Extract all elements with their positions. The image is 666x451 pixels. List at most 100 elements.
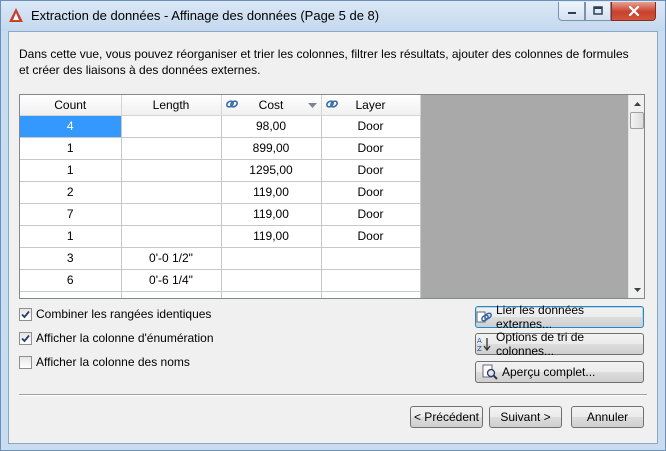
- full-preview-button[interactable]: Aperçu complet...: [475, 361, 644, 383]
- data-grid[interactable]: Count Length Cost Layer 4 98,00 Door 1 8…: [19, 94, 645, 299]
- cell-cost[interactable]: 119,00: [221, 181, 322, 204]
- back-label: < Précédent: [413, 410, 480, 424]
- dialog-body: Dans cette vue, vous pouvez réorganiser …: [8, 31, 658, 444]
- column-header-layer[interactable]: Layer: [321, 95, 421, 116]
- cell-cost[interactable]: 1295,00: [221, 159, 322, 182]
- cell-length[interactable]: [121, 115, 222, 138]
- cell-cost[interactable]: [221, 269, 322, 292]
- cell-layer[interactable]: [321, 269, 421, 292]
- footer-divider: [19, 394, 647, 396]
- table-row[interactable]: 3 0'-0 1/2": [20, 247, 421, 270]
- page-description: Dans cette vue, vous pouvez réorganiser …: [19, 47, 629, 77]
- title-bar[interactable]: Extraction de données - Affinage des don…: [1, 1, 665, 31]
- table-row[interactable]: 6 0'-6 1/4": [20, 269, 421, 292]
- column-label: Cost: [258, 97, 284, 112]
- show-names-label: Afficher la colonne des noms: [36, 355, 190, 369]
- cell-length[interactable]: [121, 159, 222, 182]
- cell-count[interactable]: 6: [20, 269, 122, 292]
- table-row[interactable]: [20, 291, 421, 298]
- show-enumeration-label: Afficher la colonne d'énumération: [36, 331, 214, 345]
- cell-layer[interactable]: [321, 247, 421, 270]
- scroll-up-button[interactable]: [629, 95, 644, 112]
- table-row[interactable]: 1 899,00 Door: [20, 137, 421, 160]
- cell-length[interactable]: [121, 203, 222, 226]
- cell-count[interactable]: 1: [20, 225, 122, 248]
- cell-layer[interactable]: Door: [321, 159, 421, 182]
- chevron-up-icon: [634, 101, 641, 106]
- combine-rows-checkbox[interactable]: [19, 307, 32, 321]
- close-button[interactable]: [611, 2, 656, 21]
- column-sort-options-button[interactable]: A Z Options de tri de colonnes...: [475, 330, 644, 358]
- cell-cost[interactable]: 119,00: [221, 225, 322, 248]
- sort-az-icon: A Z: [476, 336, 492, 352]
- cell-layer[interactable]: Door: [321, 203, 421, 226]
- cancel-label: Annuler: [586, 410, 629, 424]
- cell-count[interactable]: 1: [20, 137, 122, 160]
- cell-cost[interactable]: [221, 291, 322, 298]
- cell-cost[interactable]: 119,00: [221, 203, 322, 226]
- show-enumeration-checkbox[interactable]: [19, 331, 32, 345]
- next-button[interactable]: Suivant >: [489, 406, 562, 428]
- link-external-data-label: Lier les données externes...: [496, 303, 585, 331]
- cell-length[interactable]: 0'-6 1/4": [121, 269, 222, 292]
- dialog-window: Extraction de données - Affinage des don…: [0, 0, 666, 451]
- table-row[interactable]: 2 119,00 Door: [20, 181, 421, 204]
- show-names-option[interactable]: Afficher la colonne des noms: [19, 354, 190, 370]
- table-row[interactable]: 7 119,00 Door: [20, 203, 421, 226]
- svg-text:A: A: [477, 337, 482, 345]
- chevron-down-icon: [634, 287, 641, 292]
- cell-count[interactable]: 4: [20, 115, 122, 138]
- back-button[interactable]: < Précédent: [410, 406, 483, 428]
- cell-cost[interactable]: [221, 247, 322, 270]
- cell-length[interactable]: [121, 225, 222, 248]
- close-icon: [628, 5, 639, 17]
- link-icon: [225, 100, 238, 108]
- minimize-button[interactable]: [558, 2, 585, 21]
- column-header-count[interactable]: Count: [20, 95, 122, 116]
- column-label: Layer: [355, 97, 386, 112]
- cell-cost[interactable]: 98,00: [221, 115, 322, 138]
- cell-count[interactable]: 7: [20, 203, 122, 226]
- svg-text:Z: Z: [477, 345, 482, 352]
- checkmark-icon: [21, 310, 30, 318]
- column-header-cost[interactable]: Cost: [221, 95, 322, 116]
- table-row[interactable]: 4 98,00 Door: [20, 115, 421, 138]
- cell-count[interactable]: 1: [20, 159, 122, 182]
- column-label: Count: [54, 97, 87, 112]
- cell-length[interactable]: [121, 291, 222, 298]
- maximize-button[interactable]: [585, 2, 611, 21]
- scroll-thumb[interactable]: [630, 112, 644, 129]
- show-enumeration-option[interactable]: Afficher la colonne d'énumération: [19, 330, 214, 346]
- table-row[interactable]: 1 119,00 Door: [20, 225, 421, 248]
- cell-length[interactable]: 0'-0 1/2": [121, 247, 222, 270]
- show-names-checkbox[interactable]: [19, 355, 32, 369]
- link-external-data-button[interactable]: Lier les données externes...: [475, 303, 644, 331]
- cell-layer[interactable]: Door: [321, 137, 421, 160]
- preview-magnifier-icon: [482, 364, 498, 380]
- data-table: Count Length Cost Layer 4 98,00 Door 1 8…: [20, 95, 421, 298]
- cell-layer[interactable]: [321, 291, 421, 298]
- combine-rows-option[interactable]: Combiner les rangées identiques: [19, 306, 211, 322]
- sort-descending-icon: [307, 103, 317, 108]
- table-row[interactable]: 1 1295,00 Door: [20, 159, 421, 182]
- cell-layer[interactable]: Door: [321, 115, 421, 138]
- cell-cost[interactable]: 899,00: [221, 137, 322, 160]
- full-preview-label: Aperçu complet...: [502, 365, 596, 379]
- cell-length[interactable]: [121, 181, 222, 204]
- column-header-length[interactable]: Length: [121, 95, 222, 116]
- cell-count[interactable]: 3: [20, 247, 122, 270]
- cancel-button[interactable]: Annuler: [571, 406, 644, 428]
- cell-layer[interactable]: Door: [321, 225, 421, 248]
- cell-count[interactable]: 2: [20, 181, 122, 204]
- link-data-icon: [476, 310, 492, 324]
- maximize-icon: [593, 6, 603, 15]
- autocad-app-icon: [9, 8, 23, 22]
- cell-count[interactable]: [20, 291, 122, 298]
- vertical-scrollbar[interactable]: [628, 95, 644, 298]
- minimize-icon: [567, 12, 576, 14]
- column-label: Length: [152, 97, 190, 112]
- header-row: Count Length Cost Layer: [20, 95, 421, 116]
- scroll-down-button[interactable]: [629, 281, 644, 298]
- cell-length[interactable]: [121, 137, 222, 160]
- cell-layer[interactable]: Door: [321, 181, 421, 204]
